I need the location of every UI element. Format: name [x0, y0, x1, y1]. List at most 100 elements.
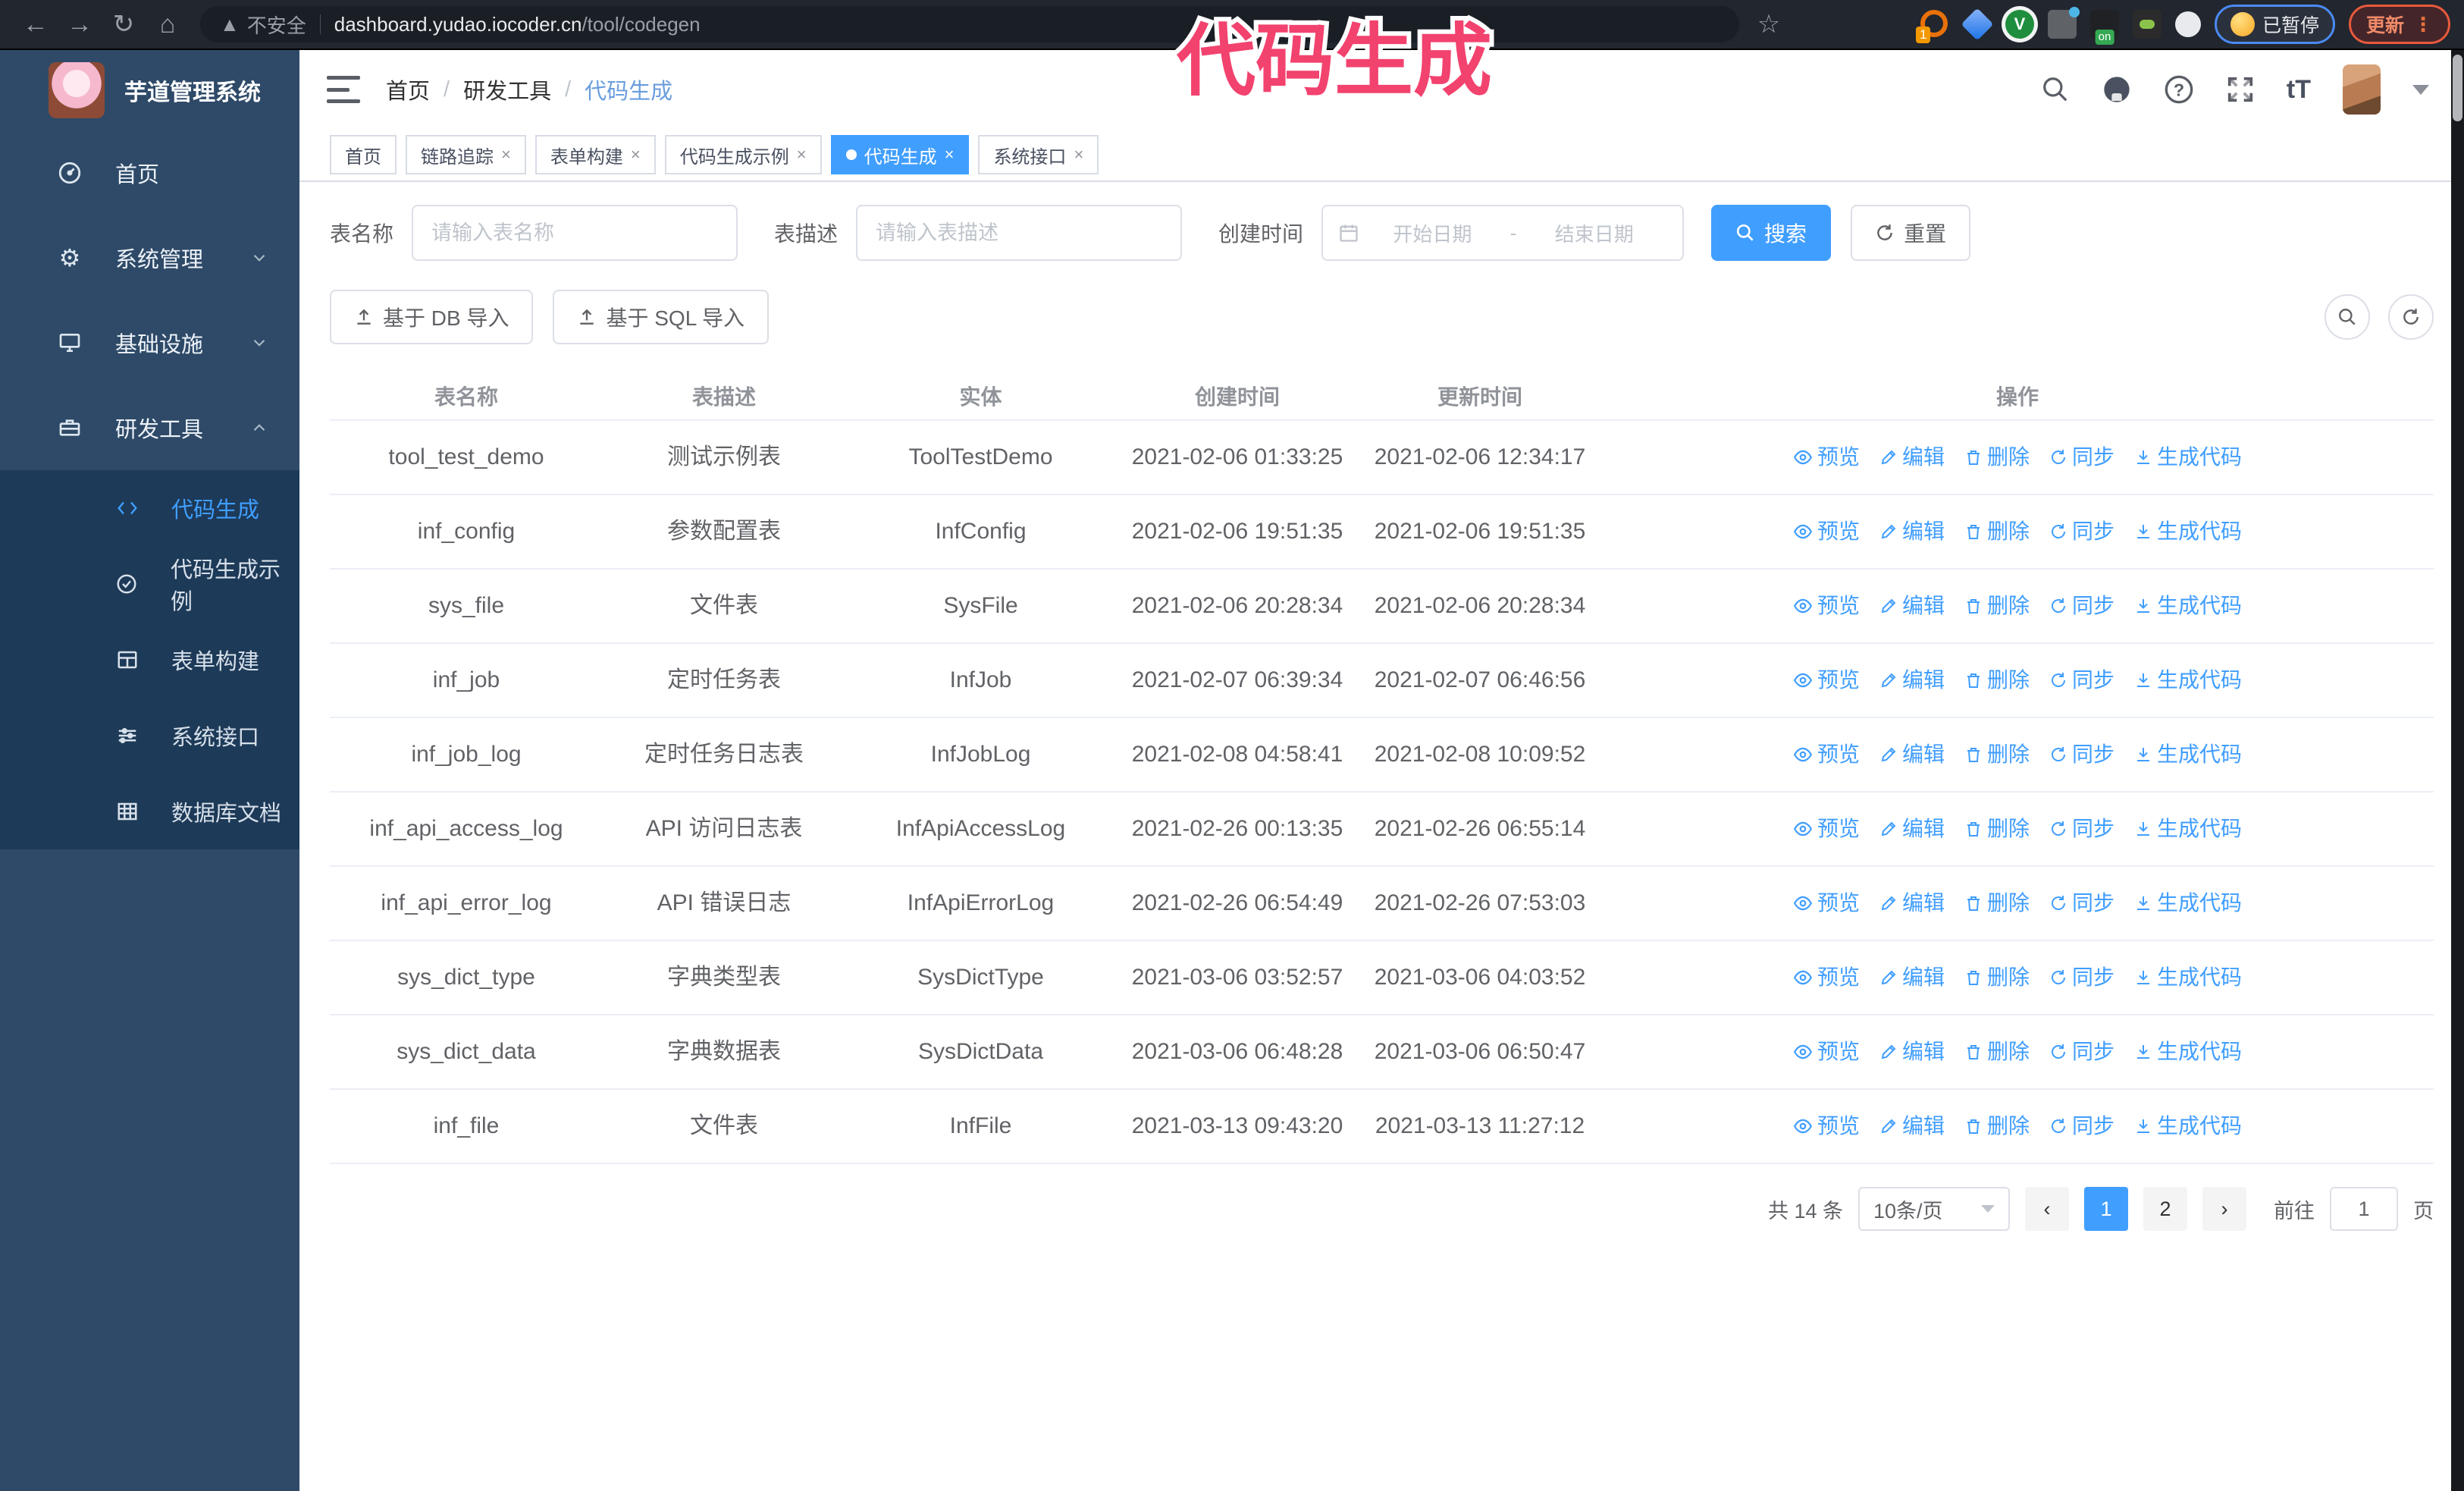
sync-link[interactable]: 同步: [2049, 664, 2114, 697]
sync-link[interactable]: 同步: [2049, 812, 2114, 846]
generate-code-link[interactable]: 生成代码: [2134, 441, 2242, 474]
date-range-picker[interactable]: 开始日期 - 结束日期: [1321, 205, 1685, 261]
forward-icon[interactable]: →: [58, 2, 102, 46]
refresh-table-button[interactable]: [2388, 294, 2434, 340]
delete-link[interactable]: 删除: [1964, 441, 2030, 474]
delete-link[interactable]: 删除: [1964, 1035, 2030, 1069]
preview-link[interactable]: 预览: [1793, 515, 1860, 548]
github-icon[interactable]: [2102, 74, 2132, 105]
edit-link[interactable]: 编辑: [1879, 441, 1945, 474]
preview-link[interactable]: 预览: [1793, 887, 1860, 920]
sidebar-item-api[interactable]: 系统接口: [0, 698, 299, 774]
preview-link[interactable]: 预览: [1793, 961, 1860, 994]
extension-gem-icon[interactable]: [1961, 8, 1994, 41]
next-page-button[interactable]: ›: [2202, 1187, 2246, 1231]
fullscreen-icon[interactable]: [2226, 75, 2255, 104]
preview-link[interactable]: 预览: [1793, 441, 1860, 474]
sidebar-item-codegen[interactable]: 代码生成: [0, 470, 299, 546]
toggle-search-button[interactable]: [2324, 294, 2370, 340]
preview-link[interactable]: 预览: [1793, 589, 1860, 623]
breadcrumb-home[interactable]: 首页: [386, 74, 430, 105]
page-button-1[interactable]: 1: [2084, 1187, 2128, 1231]
sync-link[interactable]: 同步: [2049, 441, 2114, 474]
tab-form-builder[interactable]: 表单构建 ×: [534, 135, 656, 174]
edit-link[interactable]: 编辑: [1879, 515, 1945, 548]
prev-page-button[interactable]: ‹: [2025, 1187, 2069, 1231]
start-date-placeholder[interactable]: 开始日期: [1359, 219, 1506, 247]
scrollbar[interactable]: [2451, 50, 2464, 1491]
tab-codegen-example[interactable]: 代码生成示例 ×: [664, 135, 822, 174]
generate-code-link[interactable]: 生成代码: [2134, 812, 2242, 846]
bookmark-star-icon[interactable]: ☆: [1747, 2, 1791, 46]
search-button[interactable]: 搜索: [1711, 205, 1832, 261]
tab-codegen[interactable]: 代码生成 ×: [830, 135, 970, 174]
edit-link[interactable]: 编辑: [1879, 961, 1945, 994]
generate-code-link[interactable]: 生成代码: [2134, 1035, 2242, 1069]
import-db-button[interactable]: 基于 DB 导入: [330, 290, 534, 344]
generate-code-link[interactable]: 生成代码: [2134, 664, 2242, 697]
delete-link[interactable]: 删除: [1964, 961, 2030, 994]
reload-icon[interactable]: ↻: [102, 2, 146, 46]
close-icon[interactable]: ×: [501, 145, 511, 165]
collapse-sidebar-icon[interactable]: [327, 76, 360, 103]
preview-link[interactable]: 预览: [1793, 1110, 1860, 1143]
page-size-select[interactable]: 10条/页: [1858, 1187, 2010, 1231]
breadcrumb-devtools[interactable]: 研发工具: [463, 74, 551, 105]
browser-menu-dots-icon[interactable]: ⋮: [2413, 13, 2433, 36]
tab-api[interactable]: 系统接口 ×: [978, 135, 1099, 174]
scrollbar-thumb[interactable]: [2453, 55, 2462, 121]
sidebar-item-home[interactable]: 首页: [0, 130, 299, 215]
edit-link[interactable]: 编辑: [1879, 812, 1945, 846]
delete-link[interactable]: 删除: [1964, 515, 2030, 548]
delete-link[interactable]: 删除: [1964, 887, 2030, 920]
url-host[interactable]: dashboard.yudao.iocoder.cn: [334, 13, 582, 36]
extension-settings-icon[interactable]: [2047, 7, 2080, 39]
home-icon[interactable]: ⌂: [146, 2, 190, 46]
avatar-caret-icon[interactable]: [2412, 84, 2429, 95]
delete-link[interactable]: 删除: [1964, 589, 2030, 623]
sync-link[interactable]: 同步: [2049, 887, 2114, 920]
close-icon[interactable]: ×: [797, 145, 807, 165]
browser-profile-chip[interactable]: 已暂停: [2214, 5, 2335, 44]
edit-link[interactable]: 编辑: [1879, 738, 1945, 771]
generate-code-link[interactable]: 生成代码: [2134, 887, 2242, 920]
edit-link[interactable]: 编辑: [1879, 589, 1945, 623]
end-date-placeholder[interactable]: 结束日期: [1521, 219, 1667, 247]
preview-link[interactable]: 预览: [1793, 812, 1860, 846]
edit-link[interactable]: 编辑: [1879, 887, 1945, 920]
close-icon[interactable]: ×: [631, 145, 641, 165]
browser-update-button[interactable]: 更新 ⋮: [2348, 5, 2450, 44]
sync-link[interactable]: 同步: [2049, 961, 2114, 994]
generate-code-link[interactable]: 生成代码: [2134, 961, 2242, 994]
import-sql-button[interactable]: 基于 SQL 导入: [553, 290, 770, 344]
table-name-input[interactable]: [412, 205, 738, 261]
back-icon[interactable]: ←: [14, 2, 58, 46]
close-icon[interactable]: ×: [945, 145, 955, 165]
security-label[interactable]: 不安全: [247, 11, 306, 39]
delete-link[interactable]: 删除: [1964, 1110, 2030, 1143]
delete-link[interactable]: 删除: [1964, 664, 2030, 697]
generate-code-link[interactable]: 生成代码: [2134, 738, 2242, 771]
extension-switch-icon[interactable]: on: [2089, 10, 2119, 45]
preview-link[interactable]: 预览: [1793, 738, 1860, 771]
sync-link[interactable]: 同步: [2049, 738, 2114, 771]
edit-link[interactable]: 编辑: [1879, 1110, 1945, 1143]
page-button-2[interactable]: 2: [2143, 1187, 2187, 1231]
search-icon[interactable]: [2041, 75, 2070, 104]
sync-link[interactable]: 同步: [2049, 515, 2114, 548]
reset-button[interactable]: 重置: [1851, 205, 1971, 261]
tab-home[interactable]: 首页: [330, 135, 397, 174]
sidebar-item-codegen-example[interactable]: 代码生成示例: [0, 546, 299, 622]
generate-code-link[interactable]: 生成代码: [2134, 589, 2242, 623]
table-desc-input[interactable]: [856, 205, 1183, 261]
preview-link[interactable]: 预览: [1793, 1035, 1860, 1069]
sync-link[interactable]: 同步: [2049, 1035, 2114, 1069]
font-size-icon[interactable]: tT: [2287, 75, 2311, 105]
generate-code-link[interactable]: 生成代码: [2134, 1110, 2242, 1143]
sidebar-item-db-doc[interactable]: 数据库文档: [0, 774, 299, 849]
sync-link[interactable]: 同步: [2049, 1110, 2114, 1143]
extension-tampermonkey-icon[interactable]: [2132, 10, 2161, 39]
app-logo-row[interactable]: 芋道管理系统: [0, 50, 299, 130]
generate-code-link[interactable]: 生成代码: [2134, 515, 2242, 548]
edit-link[interactable]: 编辑: [1879, 664, 1945, 697]
